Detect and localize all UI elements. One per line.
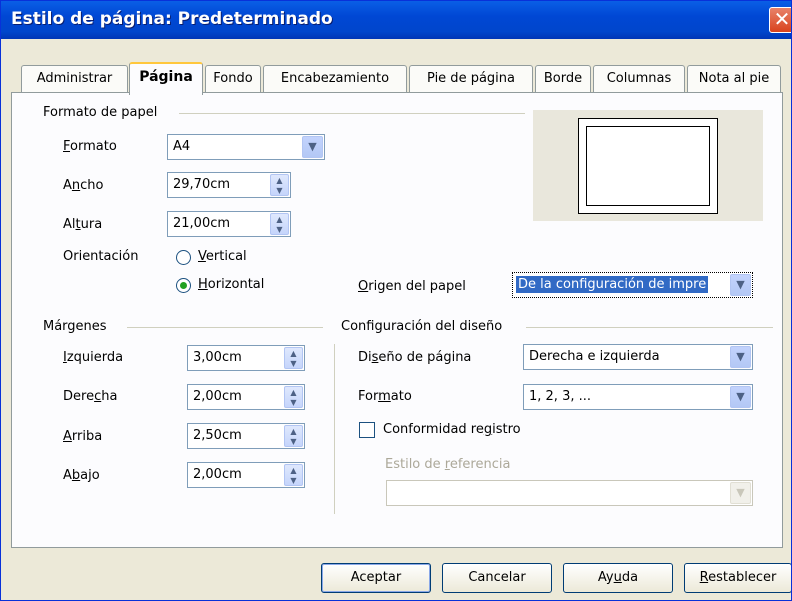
format-dropdown[interactable]: A4 ▼ bbox=[167, 134, 325, 160]
chevron-down-icon[interactable]: ▼ bbox=[302, 136, 323, 158]
reference-style-dropdown: ▼ bbox=[386, 480, 753, 506]
spin-arrows-icon[interactable]: ▲ ▼ bbox=[270, 174, 289, 196]
margin-bottom-value: 2,00cm bbox=[193, 467, 242, 482]
margin-right-value: 2,00cm bbox=[193, 389, 242, 404]
margin-left-spinfield[interactable]: 3,00cm ▲ ▼ bbox=[187, 345, 305, 371]
register-true-label[interactable]: Conformidad registro bbox=[383, 422, 521, 437]
margins-divider bbox=[127, 327, 323, 328]
paper-source-dropdown[interactable]: De la configuración de impre ▼ bbox=[512, 272, 753, 298]
spin-arrows-icon[interactable]: ▲ ▼ bbox=[284, 425, 303, 447]
margin-left-value: 3,00cm bbox=[193, 350, 242, 365]
paper-source-label: Origen del papel bbox=[358, 279, 466, 294]
numbering-format-dropdown[interactable]: 1, 2, 3, ... ▼ bbox=[523, 384, 753, 410]
margins-section-label: Márgenes bbox=[43, 319, 107, 334]
margin-right-spinfield[interactable]: 2,00cm ▲ ▼ bbox=[187, 384, 305, 410]
chevron-down-icon[interactable]: ▼ bbox=[730, 274, 751, 296]
margin-left-label: Izquierda bbox=[63, 350, 124, 365]
page-preview bbox=[533, 110, 763, 221]
preview-margins bbox=[586, 126, 710, 206]
chevron-down-icon: ▼ bbox=[730, 482, 751, 504]
close-icon[interactable]: ✕ bbox=[769, 7, 791, 33]
dialog-title: Estilo de página: Predeterminado bbox=[11, 9, 333, 29]
tab-nota-al-pie[interactable]: Nota al pie bbox=[687, 65, 781, 93]
layout-section-label: Configuración del diseño bbox=[341, 319, 503, 334]
title-bar[interactable]: Estilo de página: Predeterminado ✕ bbox=[1, 1, 791, 39]
height-spinfield[interactable]: 21,00cm ▲ ▼ bbox=[167, 211, 291, 237]
margin-top-spinfield[interactable]: 2,50cm ▲ ▼ bbox=[187, 423, 305, 449]
spin-arrows-icon[interactable]: ▲ ▼ bbox=[284, 386, 303, 408]
format-label-rest: ormato bbox=[70, 139, 117, 154]
height-label: Altura bbox=[63, 217, 103, 232]
spin-arrows-icon[interactable]: ▲ ▼ bbox=[270, 213, 289, 235]
cancel-button[interactable]: Cancelar bbox=[442, 563, 552, 593]
page-layout-label: Diseño de página bbox=[358, 350, 472, 365]
tab-pie-de-pagina[interactable]: Pie de página bbox=[409, 65, 533, 93]
width-value: 29,70cm bbox=[173, 177, 231, 192]
chevron-down-icon[interactable]: ▼ bbox=[730, 346, 751, 368]
tab-borde[interactable]: Borde bbox=[535, 65, 591, 93]
radio-vertical-label[interactable]: Vertical bbox=[198, 249, 247, 264]
tab-pagina[interactable]: Página bbox=[129, 62, 203, 95]
paper-format-section-label: Formato de papel bbox=[43, 105, 158, 120]
height-value: 21,00cm bbox=[173, 216, 231, 231]
tab-fondo[interactable]: Fondo bbox=[205, 65, 261, 93]
tab-administrar[interactable]: Administrar bbox=[21, 65, 128, 93]
reset-button[interactable]: Restablecer bbox=[684, 563, 791, 593]
page-layout-dropdown[interactable]: Derecha e izquierda ▼ bbox=[523, 344, 753, 370]
format-label: Formato bbox=[63, 139, 117, 154]
radio-horizontal-label[interactable]: Horizontal bbox=[198, 277, 264, 292]
width-label: Ancho bbox=[63, 178, 104, 193]
margin-bottom-spinfield[interactable]: 2,00cm ▲ ▼ bbox=[187, 462, 305, 488]
spin-arrows-icon[interactable]: ▲ ▼ bbox=[284, 347, 303, 369]
width-spinfield[interactable]: 29,70cm ▲ ▼ bbox=[167, 172, 291, 198]
tab-columnas[interactable]: Columnas bbox=[593, 65, 685, 93]
layout-divider bbox=[526, 327, 773, 328]
tab-bar: Administrar Página Fondo Encabezamiento … bbox=[1, 62, 791, 95]
margin-top-label: Arriba bbox=[63, 429, 103, 444]
margin-top-value: 2,50cm bbox=[193, 428, 242, 443]
preview-page bbox=[578, 118, 718, 214]
chevron-down-icon[interactable]: ▼ bbox=[730, 386, 751, 408]
tab-encabezamiento[interactable]: Encabezamiento bbox=[263, 65, 407, 93]
paper-source-value: De la configuración de impre bbox=[516, 276, 709, 293]
ok-button[interactable]: Aceptar bbox=[321, 563, 431, 593]
spin-arrows-icon[interactable]: ▲ ▼ bbox=[284, 464, 303, 486]
help-button[interactable]: Ayuda bbox=[563, 563, 673, 593]
margin-bottom-label: Abajo bbox=[63, 468, 100, 483]
register-true-checkbox[interactable] bbox=[359, 422, 375, 438]
page-style-dialog: Estilo de página: Predeterminado ✕ Admin… bbox=[0, 0, 792, 601]
orientation-label: Orientación bbox=[63, 249, 139, 264]
reference-style-label: Estilo de referencia bbox=[385, 457, 511, 472]
radio-horizontal[interactable] bbox=[176, 278, 191, 293]
format-value: A4 bbox=[173, 139, 191, 154]
page-layout-value: Derecha e izquierda bbox=[529, 349, 660, 364]
radio-vertical[interactable] bbox=[176, 250, 191, 265]
margin-right-label: Derecha bbox=[63, 389, 118, 404]
radio-selected-dot bbox=[180, 282, 187, 289]
numbering-format-label: Formato bbox=[358, 389, 412, 404]
numbering-format-value: 1, 2, 3, ... bbox=[529, 389, 592, 404]
paper-format-divider bbox=[179, 113, 525, 114]
section-separator bbox=[334, 344, 335, 514]
